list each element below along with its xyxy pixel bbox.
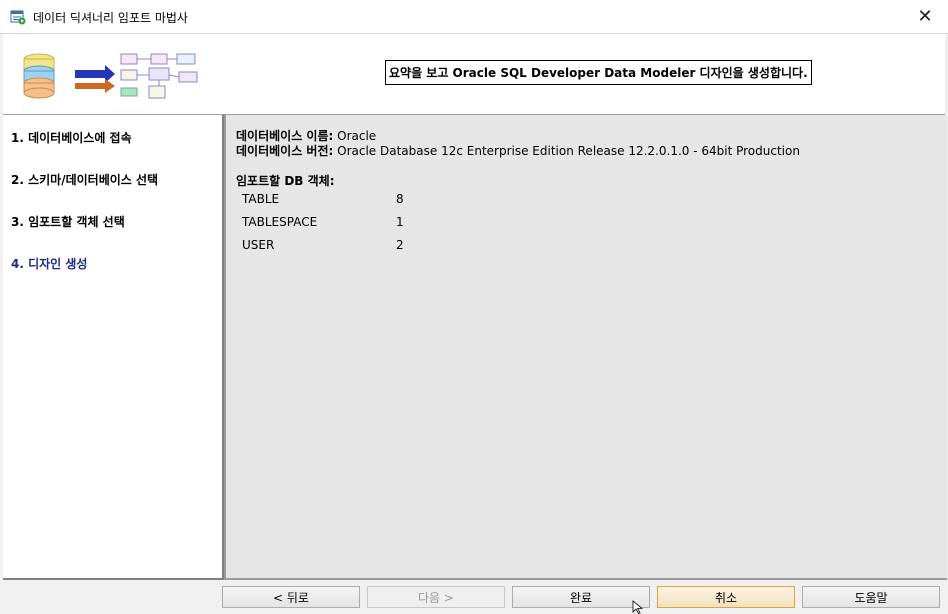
object-count: 1 xyxy=(396,215,404,229)
db-version-row: 데이터베이스 버전: Oracle Database 12c Enterpris… xyxy=(236,142,800,159)
button-bar: < 뒤로 다음 > 완료 취소 도움말 xyxy=(0,580,948,614)
summary-panel: 데이터베이스 이름: Oracle 데이터베이스 버전: Oracle Data… xyxy=(224,115,947,580)
db-name-label: 데이터베이스 이름: xyxy=(236,129,334,143)
object-name: TABLESPACE xyxy=(242,215,318,229)
database-import-illustration xyxy=(23,53,198,99)
wizard-window: 데이터 딕셔너리 임포트 마법사 ✕ 요약을 보고 Oracle SQL Dev… xyxy=(0,0,948,614)
object-name: USER xyxy=(242,238,275,252)
mouse-cursor-icon xyxy=(632,600,644,614)
finish-button[interactable]: 완료 xyxy=(512,586,650,608)
step-select-schema[interactable]: 2. 스키마/데이터베이스 선택 xyxy=(11,171,158,188)
help-button[interactable]: 도움말 xyxy=(802,586,940,608)
title-bar: 데이터 딕셔너리 임포트 마법사 ✕ xyxy=(0,0,948,34)
window-title: 데이터 딕셔너리 임포트 마법사 xyxy=(33,11,188,25)
object-count: 8 xyxy=(396,192,404,206)
cancel-button[interactable]: 취소 xyxy=(657,586,795,608)
wizard-steps-panel: 1. 데이터베이스에 접속 2. 스키마/데이터베이스 선택 3. 임포트할 객… xyxy=(3,115,224,580)
object-name: TABLE xyxy=(242,192,280,206)
db-version-value: Oracle Database 12c Enterprise Edition R… xyxy=(337,144,800,158)
step-select-objects[interactable]: 3. 임포트할 객체 선택 xyxy=(11,213,125,230)
object-count: 2 xyxy=(396,238,404,252)
close-button[interactable]: ✕ xyxy=(902,0,948,33)
step-generate-design[interactable]: 4. 디자인 생성 xyxy=(11,255,87,272)
objects-heading: 임포트할 DB 객체: xyxy=(236,174,335,188)
step-connect-database[interactable]: 1. 데이터베이스에 접속 xyxy=(11,129,132,146)
banner-message: 요약을 보고 Oracle SQL Developer Data Modeler… xyxy=(385,60,812,85)
db-name-value: Oracle xyxy=(337,129,377,143)
app-icon xyxy=(10,10,26,25)
next-button[interactable]: 다음 > xyxy=(367,586,505,608)
close-icon: ✕ xyxy=(917,6,933,27)
header-banner: 요약을 보고 Oracle SQL Developer Data Modeler… xyxy=(3,34,945,115)
db-version-label: 데이터베이스 버전: xyxy=(236,144,334,158)
back-button[interactable]: < 뒤로 xyxy=(222,586,360,608)
